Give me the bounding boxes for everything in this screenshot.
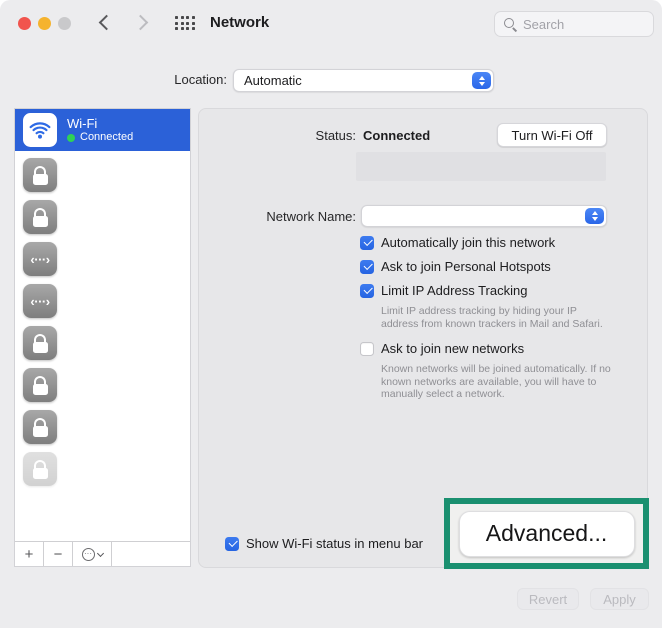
sidebar-item-service[interactable] bbox=[15, 406, 190, 448]
add-service-button[interactable]: + bbox=[15, 542, 44, 566]
wifi-status-text: Connected bbox=[80, 131, 133, 144]
lock-icon bbox=[23, 158, 57, 192]
sidebar-toolbar: + − ··· bbox=[15, 541, 190, 566]
minimize-button[interactable] bbox=[38, 17, 51, 30]
more-options-icon: ··· bbox=[82, 548, 95, 561]
hotspots-label: Ask to join Personal Hotspots bbox=[381, 259, 551, 274]
services-sidebar: Wi-Fi Connected ‹···› ‹···› bbox=[14, 108, 191, 567]
back-icon[interactable] bbox=[99, 15, 115, 31]
lock-icon bbox=[23, 410, 57, 444]
sidebar-item-service-disabled[interactable] bbox=[15, 448, 190, 490]
menu-bar-label: Show Wi-Fi status in menu bar bbox=[246, 536, 423, 551]
title-bar: Network bbox=[0, 0, 662, 47]
lock-icon bbox=[23, 200, 57, 234]
status-label: Status: bbox=[199, 128, 356, 143]
popup-stepper-icon bbox=[472, 72, 491, 89]
forward-icon bbox=[133, 15, 149, 31]
lock-icon bbox=[23, 326, 57, 360]
ethernet-icon: ‹···› bbox=[23, 242, 57, 276]
wifi-label: Wi-Fi bbox=[67, 116, 133, 131]
lock-icon bbox=[23, 452, 57, 486]
connected-dot-icon bbox=[67, 134, 75, 142]
wifi-settings-panel: Status: Connected Turn Wi-Fi Off Network… bbox=[198, 108, 648, 568]
show-all-grid-icon[interactable] bbox=[175, 16, 195, 30]
location-popup[interactable]: Automatic bbox=[233, 69, 494, 92]
ask-new-note: Known networks will be joined automatica… bbox=[381, 363, 633, 401]
service-actions-button[interactable]: ··· bbox=[73, 542, 112, 566]
location-value: Automatic bbox=[244, 73, 302, 88]
zoom-button bbox=[58, 17, 71, 30]
window-title: Network bbox=[210, 14, 269, 31]
sidebar-item-service[interactable] bbox=[15, 154, 190, 196]
status-detail-redacted bbox=[356, 152, 606, 181]
sidebar-item-service[interactable]: ‹···› bbox=[15, 280, 190, 322]
checkbox-unchecked-icon[interactable] bbox=[360, 342, 374, 356]
auto-join-checkbox-row[interactable]: Automatically join this network bbox=[360, 235, 555, 250]
network-name-popup[interactable] bbox=[361, 205, 607, 227]
turn-wifi-off-button[interactable]: Turn Wi-Fi Off bbox=[497, 123, 607, 147]
search-icon bbox=[503, 17, 518, 32]
hotspots-checkbox-row[interactable]: Ask to join Personal Hotspots bbox=[360, 259, 551, 274]
close-button[interactable] bbox=[18, 17, 31, 30]
ask-new-checkbox-row[interactable]: Ask to join new networks bbox=[360, 341, 524, 356]
network-preferences-window: Network Location: Automatic Wi-Fi bbox=[0, 0, 662, 628]
checkbox-checked-icon[interactable] bbox=[360, 284, 374, 298]
sidebar-item-service[interactable] bbox=[15, 364, 190, 406]
ethernet-icon: ‹···› bbox=[23, 284, 57, 318]
search-field[interactable] bbox=[494, 11, 654, 37]
search-input[interactable] bbox=[523, 17, 633, 32]
sidebar-item-wifi[interactable]: Wi-Fi Connected bbox=[15, 109, 190, 151]
checkbox-checked-icon[interactable] bbox=[225, 537, 239, 551]
remove-service-button[interactable]: − bbox=[44, 542, 73, 566]
revert-button[interactable]: Revert bbox=[517, 588, 579, 610]
limit-ip-note: Limit IP address tracking by hiding your… bbox=[381, 305, 615, 330]
limit-ip-checkbox-row[interactable]: Limit IP Address Tracking bbox=[360, 283, 527, 298]
status-value: Connected bbox=[363, 128, 430, 143]
ask-new-label: Ask to join new networks bbox=[381, 341, 524, 356]
chevron-down-icon bbox=[96, 549, 103, 556]
annotation-highlight-box: Advanced... bbox=[444, 498, 649, 569]
advanced-button[interactable]: Advanced... bbox=[459, 511, 635, 557]
sidebar-item-service[interactable] bbox=[15, 322, 190, 364]
lock-icon bbox=[23, 368, 57, 402]
location-label: Location: bbox=[120, 72, 227, 87]
popup-stepper-icon bbox=[585, 208, 604, 224]
network-name-label: Network Name: bbox=[199, 209, 356, 224]
checkbox-checked-icon[interactable] bbox=[360, 260, 374, 274]
sidebar-item-service[interactable]: ‹···› bbox=[15, 238, 190, 280]
menu-bar-checkbox-row[interactable]: Show Wi-Fi status in menu bar bbox=[225, 536, 423, 551]
apply-button[interactable]: Apply bbox=[590, 588, 649, 610]
wifi-icon bbox=[23, 113, 57, 147]
sidebar-item-service[interactable] bbox=[15, 196, 190, 238]
wifi-status: Connected bbox=[67, 131, 133, 144]
auto-join-label: Automatically join this network bbox=[381, 235, 555, 250]
limit-ip-label: Limit IP Address Tracking bbox=[381, 283, 527, 298]
checkbox-checked-icon[interactable] bbox=[360, 236, 374, 250]
